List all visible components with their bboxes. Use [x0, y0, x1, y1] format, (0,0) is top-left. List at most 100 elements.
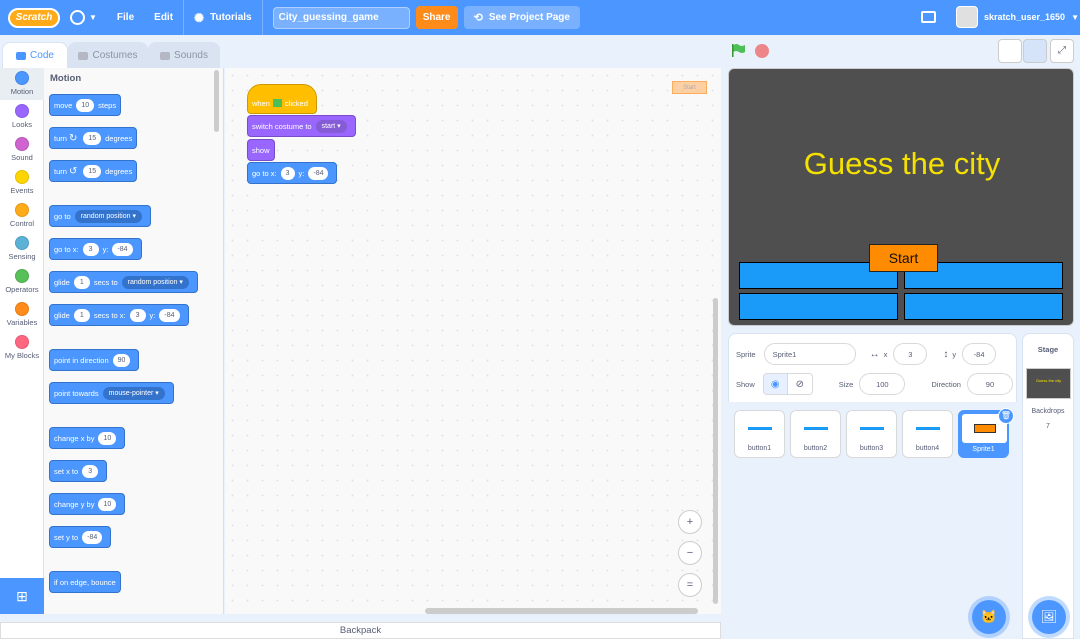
script-switch-costume[interactable]: switch costume to start ▾ [247, 115, 356, 137]
stage-selector[interactable]: Stage Guess the city Backdrops 7 [1022, 333, 1074, 639]
block-turn-left[interactable]: turn ↺ 15 degrees [49, 160, 138, 182]
my-stuff-folder-icon[interactable] [921, 11, 936, 23]
zoom-in-button[interactable]: + [678, 510, 702, 534]
y-position-input[interactable]: -84 [962, 343, 997, 365]
direction-input[interactable]: 90 [966, 373, 1013, 395]
tab-sounds[interactable]: Sounds [148, 42, 220, 69]
block-input[interactable]: 1 [73, 275, 90, 289]
block-input[interactable]: 90 [112, 353, 131, 367]
hide-sprite-toggle[interactable]: ⊘ [787, 373, 813, 395]
stage-start-button[interactable]: Start [869, 244, 938, 272]
script-go-to-xy[interactable]: go to x: 3 y: -84 [247, 162, 338, 184]
share-button[interactable]: Share [415, 6, 458, 29]
block-glide-to-xy[interactable]: glide 1 secs to x: 3 y: -84 [49, 304, 189, 326]
category-sensing[interactable]: Sensing [0, 236, 44, 261]
block-input[interactable]: 15 [83, 164, 102, 178]
tab-code[interactable]: Code [2, 42, 68, 69]
sprite-tile-button1[interactable]: button1 [734, 410, 785, 458]
block-go-to[interactable]: go to random position ▾ [49, 205, 151, 227]
account-menu[interactable]: skratch_user_1650 ▼ [956, 6, 1079, 28]
block-dropdown[interactable]: start ▾ [315, 119, 347, 133]
small-stage-button[interactable] [998, 39, 1022, 63]
tutorials-menu[interactable]: ✺ Tutorials [184, 0, 262, 35]
block-input[interactable]: -84 [82, 530, 103, 544]
block-change-y[interactable]: change y by 10 [49, 493, 126, 515]
delete-sprite-button[interactable]: 🗑 [998, 408, 1014, 424]
zoom-out-button[interactable]: − [678, 541, 702, 565]
code-icon [16, 51, 27, 60]
block-input[interactable]: 15 [83, 131, 102, 145]
block-bounce[interactable]: if on edge, bounce [49, 571, 121, 593]
block-input[interactable]: 3 [82, 242, 99, 256]
block-input[interactable]: -84 [308, 166, 329, 180]
block-set-y[interactable]: set y to -84 [49, 526, 112, 548]
block-turn-right[interactable]: turn ↻ 15 degrees [49, 127, 138, 149]
block-input[interactable]: 10 [76, 98, 95, 112]
sprite-tile-button4[interactable]: button4 [902, 410, 953, 458]
project-title-input[interactable] [272, 6, 410, 29]
stage-answer-button-4[interactable] [904, 293, 1063, 320]
file-menu[interactable]: File [107, 0, 144, 35]
block-input[interactable]: 3 [280, 166, 295, 180]
block-input[interactable]: -84 [159, 308, 180, 322]
block-point-towards[interactable]: point towards mouse-pointer ▾ [49, 382, 174, 404]
category-variables[interactable]: Variables [0, 302, 44, 327]
normal-stage-button[interactable] [1023, 39, 1047, 63]
block-input[interactable]: -84 [112, 242, 133, 256]
backpack-bar[interactable]: Backpack [0, 622, 721, 639]
size-input[interactable]: 100 [859, 373, 906, 395]
edit-menu[interactable]: Edit [144, 0, 183, 35]
scratch-logo[interactable]: Scratch [8, 7, 60, 28]
add-extension-button[interactable]: ⊞ [0, 578, 44, 614]
sprite-name-input[interactable]: Sprite1 [763, 343, 856, 365]
looks-color-dot [15, 104, 29, 118]
block-glide-to[interactable]: glide 1 secs to random position ▾ [49, 271, 198, 293]
stage-canvas[interactable]: Guess the city Start [728, 68, 1074, 326]
sprite-tile-label: button1 [747, 445, 772, 452]
language-menu[interactable]: ▼ [60, 0, 107, 35]
category-label: Events [10, 186, 34, 195]
block-input[interactable]: 10 [98, 431, 117, 445]
choose-sprite-button[interactable]: 🐱 [972, 600, 1006, 634]
category-control[interactable]: Control [0, 203, 44, 228]
green-flag-icon[interactable] [731, 44, 746, 57]
sprite-tile-button3[interactable]: button3 [846, 410, 897, 458]
block-go-to-xy[interactable]: go to x: 3 y: -84 [49, 238, 142, 260]
my-blocks-color-dot [15, 335, 29, 349]
block-set-x[interactable]: set x to 3 [49, 460, 108, 482]
see-project-page-button[interactable]: ⟲ See Project Page [463, 6, 580, 29]
script-show[interactable]: show [247, 139, 275, 161]
sprite-tile-button2[interactable]: button2 [790, 410, 841, 458]
tab-costumes[interactable]: Costumes [68, 42, 148, 69]
category-motion[interactable]: Motion [0, 68, 44, 100]
stop-button[interactable] [755, 44, 769, 58]
sprite-costume-indicator: Start [672, 81, 707, 94]
stage-answer-button-3[interactable] [739, 293, 898, 320]
category-events[interactable]: Events [0, 170, 44, 195]
block-dropdown[interactable]: mouse-pointer ▾ [102, 386, 165, 400]
script-workspace[interactable] [225, 68, 721, 614]
fullscreen-button[interactable]: ⤢ [1050, 39, 1074, 63]
block-dropdown[interactable]: random position ▾ [121, 275, 189, 289]
block-input[interactable]: 3 [129, 308, 146, 322]
x-position-input[interactable]: 3 [893, 343, 928, 365]
category-operators[interactable]: Operators [0, 269, 44, 294]
block-text: change y by [54, 499, 95, 509]
zoom-reset-button[interactable]: = [678, 573, 702, 597]
choose-backdrop-button[interactable]: 🖼 [1032, 600, 1066, 634]
script-when-flag-clicked[interactable]: when clicked [247, 84, 317, 114]
block-input[interactable]: 1 [73, 308, 90, 322]
show-sprite-toggle[interactable]: ◉ [762, 373, 788, 395]
block-input[interactable]: 10 [98, 497, 117, 511]
palette-scrollbar[interactable] [214, 70, 219, 132]
workspace-horizontal-scrollbar[interactable] [425, 608, 698, 614]
category-sound[interactable]: Sound [0, 137, 44, 162]
block-move-steps[interactable]: move 10 steps [49, 94, 122, 116]
block-change-x[interactable]: change x by 10 [49, 427, 126, 449]
workspace-vertical-scrollbar[interactable] [713, 298, 718, 604]
block-point-in-direction[interactable]: point in direction 90 [49, 349, 140, 371]
category-my-blocks[interactable]: My Blocks [0, 335, 44, 360]
category-looks[interactable]: Looks [0, 104, 44, 129]
block-input[interactable]: 3 [82, 464, 99, 478]
block-dropdown[interactable]: random position ▾ [74, 209, 142, 223]
